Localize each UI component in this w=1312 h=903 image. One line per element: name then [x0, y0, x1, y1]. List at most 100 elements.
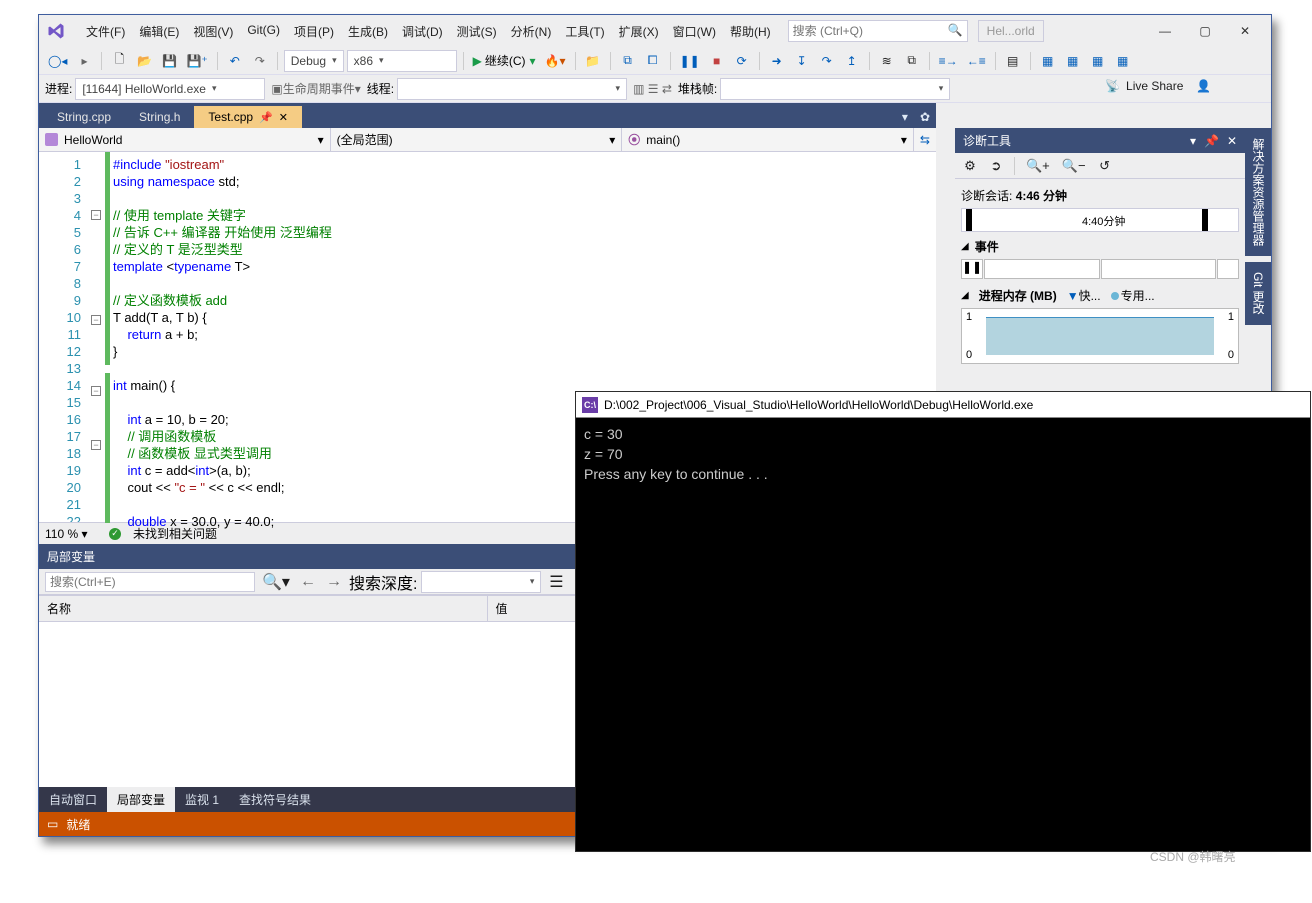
tools1-button[interactable]: ⧉ [617, 50, 639, 72]
nav-back-button[interactable]: ◯◂ [45, 50, 70, 72]
step-out-button[interactable]: ↥ [841, 50, 863, 72]
restart-button[interactable]: ⟳ [731, 50, 753, 72]
menu-测试(S)[interactable]: 测试(S) [450, 19, 504, 44]
diag-timeline[interactable]: 4:40分钟 [961, 208, 1239, 232]
locals-depth-combo[interactable]: ▾ [421, 571, 541, 593]
indent-button[interactable]: ≡→ [936, 50, 961, 72]
save-all-button[interactable]: 💾⁺ [183, 50, 210, 72]
diag-zoomout-button[interactable]: 🔍− [1058, 155, 1090, 177]
step-into-button[interactable]: ↧ [791, 50, 813, 72]
redo-button[interactable]: ↷ [249, 50, 271, 72]
diag-dropdown-icon[interactable]: ▾ [1190, 134, 1196, 148]
diag2-button[interactable]: ⧉ [901, 50, 923, 72]
locals-search-icon[interactable]: 🔍▾ [259, 571, 293, 593]
hot-reload-button[interactable]: 🔥▾ [542, 50, 569, 72]
menu-帮助(H)[interactable]: 帮助(H) [723, 19, 778, 44]
menu-扩展(X)[interactable]: 扩展(X) [612, 19, 666, 44]
collapse-button[interactable]: ▤ [1002, 50, 1024, 72]
process-combo[interactable]: [11644] HelloWorld.exe▾ [75, 78, 265, 100]
open-button[interactable]: 📂 [133, 50, 155, 72]
diagnostics-header[interactable]: 诊断工具 ▾ 📌 ✕ [955, 128, 1245, 153]
stackframe-combo[interactable]: ▾ [720, 78, 950, 100]
live-share-button[interactable]: 📡 Live Share 👤 [1105, 79, 1211, 93]
col-name[interactable]: 名称 [39, 596, 488, 621]
config-combo[interactable]: Debug▾ [284, 50, 344, 72]
diag-close-icon[interactable]: ✕ [1227, 134, 1237, 148]
pause-button[interactable]: ❚❚ [677, 50, 703, 72]
show-next-statement-button[interactable]: ➜ [766, 50, 788, 72]
menu-项目(P)[interactable]: 项目(P) [287, 19, 341, 44]
diag1-button[interactable]: ≋ [876, 50, 898, 72]
menu-Git(G)[interactable]: Git(G) [240, 19, 287, 44]
diag-zoomin-button[interactable]: 🔍+ [1022, 155, 1054, 177]
save-button[interactable]: 💾 [158, 50, 180, 72]
bookmark2-button[interactable]: ▦ [1112, 50, 1134, 72]
menu-编辑(E)[interactable]: 编辑(E) [132, 19, 186, 44]
diagnostics-toolbar: ⚙ ➲ 🔍+ 🔍− ↺ [955, 153, 1245, 179]
tab-String.cpp[interactable]: String.cpp [43, 106, 125, 128]
diag-goto-button[interactable]: ➲ [985, 155, 1007, 177]
menu-文件(F)[interactable]: 文件(F) [79, 19, 132, 44]
bottom-tab-0[interactable]: 自动窗口 [39, 787, 107, 812]
platform-combo[interactable]: x86▾ [347, 50, 457, 72]
memory-chart[interactable]: 1 0 1 0 [961, 308, 1239, 364]
menu-窗口(W)[interactable]: 窗口(W) [666, 19, 723, 44]
tools2-button[interactable]: ⧠ [642, 50, 664, 72]
tab-String.h[interactable]: String.h [125, 106, 194, 128]
console-output: c = 30 z = 70 Press any key to continue … [576, 418, 1310, 490]
thread-combo[interactable]: ▾ [397, 78, 627, 100]
new-project-button[interactable]: 🗋 [108, 50, 130, 72]
locals-tool1[interactable]: ☰ [545, 571, 567, 593]
git-changes-tab[interactable]: Git 更改 [1245, 262, 1271, 325]
solution-explorer-tab[interactable]: 解决方案资源管理器 [1245, 128, 1271, 256]
title-bar: 文件(F)编辑(E)视图(V)Git(G)项目(P)生成(B)调试(D)测试(S… [39, 15, 1271, 47]
pin-icon[interactable]: 📌 [259, 111, 273, 124]
nav-project-combo[interactable]: HelloWorld▾ [39, 128, 331, 151]
search-input[interactable] [793, 24, 948, 38]
tab-settings-button[interactable]: ✿ [914, 106, 936, 128]
thread-tools-button[interactable]: ▥ ☰ ⇄ [630, 78, 675, 100]
bottom-tab-2[interactable]: 监视 1 [175, 787, 229, 812]
undo-button[interactable]: ↶ [224, 50, 246, 72]
solution-name[interactable]: Hel...orld [978, 20, 1044, 42]
step-over-button[interactable]: ↷ [816, 50, 838, 72]
menu-分析(N)[interactable]: 分析(N) [504, 19, 559, 44]
bookmark-button[interactable]: ▦ [1087, 50, 1109, 72]
comment-button[interactable]: ▦ [1037, 50, 1059, 72]
outline-margin[interactable]: −−−− [87, 152, 105, 522]
menu-视图(V)[interactable]: 视图(V) [186, 19, 240, 44]
tab-dropdown-button[interactable]: ▾ [896, 106, 914, 128]
close-tab-icon[interactable]: ✕ [279, 111, 288, 124]
split-button[interactable]: ⇆ [914, 128, 936, 151]
menu-调试(D)[interactable]: 调试(D) [395, 19, 450, 44]
diag-reset-button[interactable]: ↺ [1094, 155, 1116, 177]
bottom-tab-3[interactable]: 查找符号结果 [229, 787, 321, 812]
nav-scope-combo[interactable]: (全局范围)▾ [331, 128, 623, 151]
bottom-tab-1[interactable]: 局部变量 [107, 787, 175, 812]
main-toolbar: ◯◂ ▸ 🗋 📂 💾 💾⁺ ↶ ↷ Debug▾ x86▾ ▶ 继续(C) ▾ … [39, 47, 1271, 75]
diag-settings-button[interactable]: ⚙ [959, 155, 981, 177]
maximize-button[interactable]: ▢ [1185, 17, 1225, 45]
minimize-button[interactable]: — [1145, 17, 1185, 45]
console-title-bar[interactable]: C:\ D:\002_Project\006_Visual_Studio\Hel… [576, 392, 1310, 418]
console-window[interactable]: C:\ D:\002_Project\006_Visual_Studio\Hel… [575, 391, 1311, 852]
nav-member-combo[interactable]: ⦿main()▾ [622, 128, 914, 151]
folder-button[interactable]: 📁 [582, 50, 604, 72]
uncomment-button[interactable]: ▦ [1062, 50, 1084, 72]
close-button[interactable]: ✕ [1225, 17, 1265, 45]
menu-工具(T)[interactable]: 工具(T) [558, 19, 611, 44]
project-icon [45, 133, 58, 146]
zoom-combo[interactable]: 110 % ▾ [45, 527, 101, 541]
stop-button[interactable]: ■ [706, 50, 728, 72]
locals-next-button[interactable]: → [323, 571, 345, 593]
continue-button[interactable]: ▶ 继续(C) ▾ [470, 50, 539, 72]
lifecycle-button[interactable]: ▣ 生命周期事件 ▾ [268, 78, 363, 100]
diag-pin-icon[interactable]: 📌 [1204, 134, 1219, 148]
locals-prev-button[interactable]: ← [297, 571, 319, 593]
tab-Test.cpp[interactable]: Test.cpp📌✕ [194, 106, 302, 128]
search-box[interactable]: 🔍 [788, 20, 968, 42]
menu-生成(B)[interactable]: 生成(B) [341, 19, 395, 44]
locals-search-input[interactable] [45, 572, 255, 592]
nav-forward-button[interactable]: ▸ [73, 50, 95, 72]
outdent-button[interactable]: ←≡ [964, 50, 989, 72]
